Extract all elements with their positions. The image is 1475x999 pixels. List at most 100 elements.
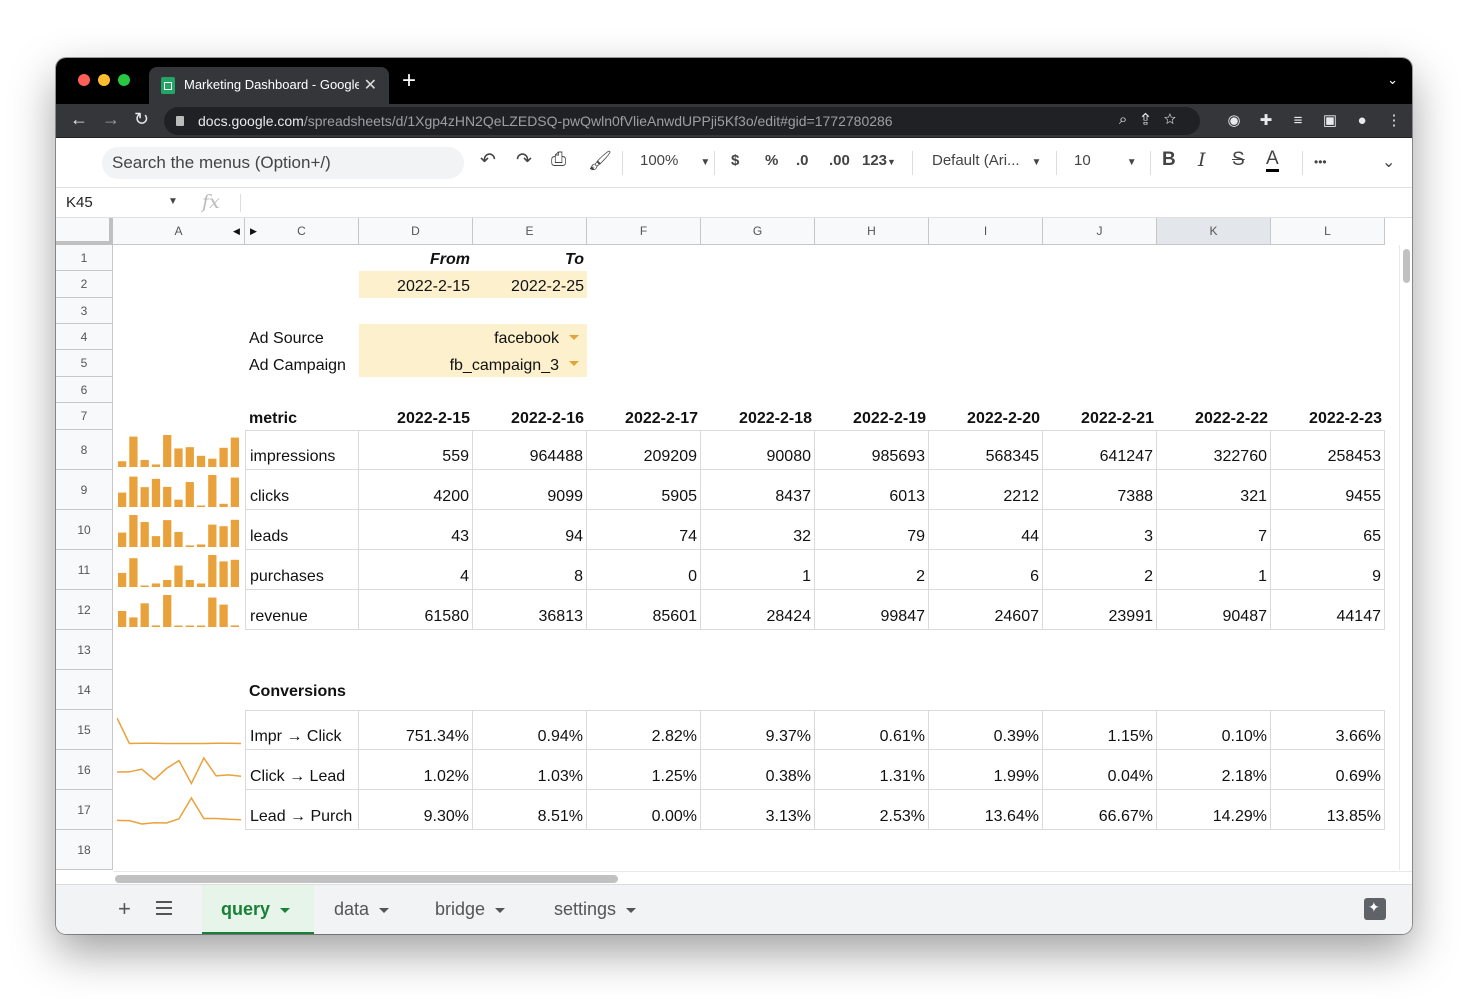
paint-format-icon[interactable]: 🖌 xyxy=(588,149,612,173)
table-row-label[interactable]: Impr → Click xyxy=(245,710,359,750)
minimize-window-button[interactable] xyxy=(98,74,110,86)
table-cell[interactable]: 9455 xyxy=(1271,470,1385,510)
row-header-18[interactable]: 18 xyxy=(56,830,113,870)
table-cell[interactable]: 0.69% xyxy=(1271,750,1385,790)
table-cell[interactable]: 44 xyxy=(929,510,1043,550)
table-cell[interactable]: 1 xyxy=(1157,550,1271,590)
maximize-window-button[interactable] xyxy=(118,74,130,86)
media-control-icon[interactable]: ≡ xyxy=(1282,112,1314,129)
date-header[interactable]: 2022-2-18 xyxy=(701,403,815,430)
table-cell[interactable]: 1.25% xyxy=(587,750,701,790)
table-cell[interactable]: 61580 xyxy=(359,590,473,630)
table-cell[interactable]: 2 xyxy=(815,550,929,590)
italic-button[interactable]: I xyxy=(1198,149,1206,171)
table-cell[interactable]: 23991 xyxy=(1043,590,1157,630)
table-cell[interactable]: 0.10% xyxy=(1157,710,1271,750)
table-cell[interactable]: 322760 xyxy=(1157,430,1271,470)
font-family-select[interactable]: Default (Ari... ▼ xyxy=(932,152,1041,169)
table-cell[interactable]: 4200 xyxy=(359,470,473,510)
row-header-2[interactable]: 2 xyxy=(56,271,113,298)
table-cell[interactable]: 1.15% xyxy=(1043,710,1157,750)
table-cell[interactable]: 44147 xyxy=(1271,590,1385,630)
share-icon[interactable]: ⇪ xyxy=(1141,111,1163,128)
ad-campaign-label[interactable]: Ad Campaign xyxy=(245,350,359,377)
table-cell[interactable]: 641247 xyxy=(1043,430,1157,470)
vertical-scroll-thumb[interactable] xyxy=(1403,249,1410,283)
table-cell[interactable]: 90487 xyxy=(1157,590,1271,630)
table-cell[interactable]: 0.04% xyxy=(1043,750,1157,790)
bold-button[interactable]: B xyxy=(1162,149,1176,171)
undo-icon[interactable]: ↶ xyxy=(480,149,496,172)
all-sheets-list-icon[interactable] xyxy=(156,901,172,915)
column-header-g[interactable]: G xyxy=(701,218,815,245)
browser-tab[interactable]: Marketing Dashboard - Google Sheets ✕ xyxy=(149,67,389,104)
text-color-button[interactable]: A xyxy=(1266,149,1279,172)
table-cell[interactable]: 2.53% xyxy=(815,790,929,830)
chevron-down-icon[interactable]: ▼ xyxy=(168,196,178,207)
vertical-scrollbar[interactable] xyxy=(1399,245,1412,870)
table-cell[interactable]: 8437 xyxy=(701,470,815,510)
table-cell[interactable]: 0.39% xyxy=(929,710,1043,750)
hidden-column-right-arrow-icon[interactable]: ▶ xyxy=(250,226,257,237)
table-cell[interactable]: 32 xyxy=(701,510,815,550)
sheet-tab-data[interactable]: data xyxy=(314,885,414,934)
table-cell[interactable]: 13.64% xyxy=(929,790,1043,830)
strikethrough-button[interactable]: S xyxy=(1232,149,1245,171)
column-header-k[interactable]: K xyxy=(1157,218,1271,245)
table-row-label[interactable]: revenue xyxy=(245,590,359,630)
table-cell[interactable]: 94 xyxy=(473,510,587,550)
date-header[interactable]: 2022-2-17 xyxy=(587,403,701,430)
profile-avatar-icon[interactable]: ● xyxy=(1346,112,1378,129)
column-header-j[interactable]: J xyxy=(1043,218,1157,245)
select-all-corner[interactable] xyxy=(56,218,113,245)
table-cell[interactable]: 4 xyxy=(359,550,473,590)
table-row-label[interactable]: impressions xyxy=(245,430,359,470)
date-header[interactable]: 2022-2-19 xyxy=(815,403,929,430)
percent-format-button[interactable]: % xyxy=(765,152,778,169)
horizontal-scroll-thumb[interactable] xyxy=(115,875,618,883)
row-header-7[interactable]: 7 xyxy=(56,403,113,430)
from-date-cell[interactable]: 2022-2-15 xyxy=(359,271,473,298)
row-header-8[interactable]: 8 xyxy=(56,430,113,470)
column-header-e[interactable]: E xyxy=(473,218,587,245)
table-cell[interactable]: 1.03% xyxy=(473,750,587,790)
print-icon[interactable]: ⎙ xyxy=(551,149,566,171)
bookmark-star-icon[interactable]: ☆ xyxy=(1164,111,1190,128)
table-cell[interactable]: 2.82% xyxy=(587,710,701,750)
table-cell[interactable]: 2 xyxy=(1043,550,1157,590)
url-field[interactable]: docs.google.com/spreadsheets/d/1Xgp4zHN2… xyxy=(164,107,1200,135)
table-cell[interactable]: 2.18% xyxy=(1157,750,1271,790)
table-cell[interactable]: 9.30% xyxy=(359,790,473,830)
new-tab-button[interactable]: + xyxy=(402,67,416,95)
table-cell[interactable]: 24607 xyxy=(929,590,1043,630)
sheet-tab-query[interactable]: query xyxy=(202,885,314,934)
row-header-10[interactable]: 10 xyxy=(56,510,113,550)
close-window-button[interactable] xyxy=(78,74,90,86)
table-cell[interactable]: 65 xyxy=(1271,510,1385,550)
table-row-label[interactable]: Lead → Purch xyxy=(245,790,359,830)
menu-search-input[interactable]: Search the menus (Option+/) xyxy=(102,147,464,179)
date-header[interactable]: 2022-2-22 xyxy=(1157,403,1271,430)
row-header-5[interactable]: 5 xyxy=(56,350,113,377)
redo-icon[interactable]: ↷ xyxy=(516,149,532,172)
column-header-h[interactable]: H xyxy=(815,218,929,245)
column-header-a[interactable]: A xyxy=(113,218,245,245)
font-size-select[interactable]: 10 ▼ xyxy=(1074,152,1137,169)
close-tab-icon[interactable]: ✕ xyxy=(364,75,377,95)
table-row-label[interactable]: leads xyxy=(245,510,359,550)
side-panel-icon[interactable]: ▣ xyxy=(1314,111,1346,129)
table-cell[interactable]: 9.37% xyxy=(701,710,815,750)
table-cell[interactable]: 79 xyxy=(815,510,929,550)
to-label[interactable]: To xyxy=(473,245,587,271)
hidden-column-left-arrow-icon[interactable]: ◀ xyxy=(233,226,240,237)
forward-arrow-icon[interactable]: → xyxy=(102,109,120,130)
table-cell[interactable]: 6 xyxy=(929,550,1043,590)
table-cell[interactable]: 99847 xyxy=(815,590,929,630)
table-cell[interactable]: 321 xyxy=(1157,470,1271,510)
spreadsheet-grid[interactable]: A C D E F G H I J K L ◀ ▶ 1 2 3 4 5 6 7 8 9 10 11 12 13 14 15 16 17 18… xyxy=(56,218,1399,871)
to-date-cell[interactable]: 2022-2-25 xyxy=(473,271,587,298)
table-cell[interactable]: 0.94% xyxy=(473,710,587,750)
table-cell[interactable]: 568345 xyxy=(929,430,1043,470)
table-row-label[interactable]: purchases xyxy=(245,550,359,590)
row-header-15[interactable]: 15 xyxy=(56,710,113,750)
